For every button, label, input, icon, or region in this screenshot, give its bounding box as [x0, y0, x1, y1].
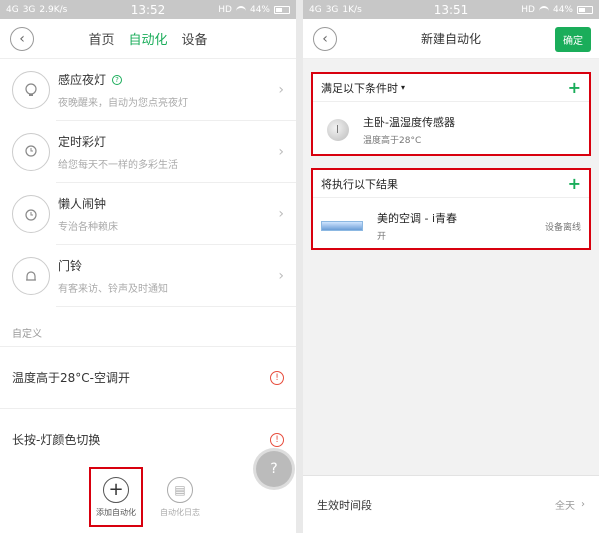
item-title: 懒人闹钟 [58, 197, 107, 211]
confirm-button[interactable]: 确定 [555, 27, 591, 52]
wifi-icon [538, 5, 549, 14]
timer-bulb-icon [12, 133, 50, 171]
battery-percent: 44% [249, 4, 270, 15]
automation-list-screen: 4G 3G 2.9K/s 13:52 HD 44% ‹ 首页 自动化 设备 感应… [0, 0, 296, 533]
network-speed: 2.9K/s [39, 4, 68, 15]
condition-header-label: 满足以下条件时 [321, 81, 398, 95]
item-title: 门铃 [58, 259, 83, 273]
status-bar: 4G 3G 1K/s 13:51 HD 44% [303, 0, 599, 19]
status-bar: 4G 3G 2.9K/s 13:52 HD 44% [0, 0, 296, 19]
automation-log-button[interactable]: ▤ 自动化日志 [153, 476, 207, 518]
add-result-button[interactable]: + [568, 174, 581, 193]
signal-3g: 3G [325, 4, 339, 15]
result-device-sub: 开 [377, 232, 387, 242]
device-offline-status: 设备离线 [544, 222, 581, 233]
hd-indicator: HD [218, 4, 232, 15]
signal-4g: 4G [6, 4, 19, 15]
condition-header: 满足以下条件时 ▾ + [313, 74, 589, 102]
bottom-action-bar: + 添加自动化 ▤ 自动化日志 [0, 461, 296, 533]
tab-home[interactable]: 首页 [88, 29, 114, 48]
list-item-alarm[interactable]: 懒人闹钟 专治各种赖床 › [0, 183, 296, 245]
item-desc: 给您每天不一样的多彩生活 [58, 160, 178, 171]
effective-time-row[interactable]: 生效时间段 全天 › [303, 475, 599, 533]
plus-icon: + [103, 476, 129, 503]
signal-4g: 4G [309, 4, 322, 15]
custom-item-title: 温度高于28°C-空调开 [12, 371, 130, 385]
wifi-icon [235, 5, 246, 14]
preset-automation-list: 感应夜灯? 夜晚醒来，自动为您点亮夜灯 › 定时彩灯 给您每天不一样的多彩生活 … [0, 59, 296, 307]
bulb-icon [12, 71, 50, 109]
battery-icon [274, 5, 290, 14]
tab-bar: 首页 自动化 设备 [0, 29, 296, 48]
top-nav: ‹ 新建自动化 确定 [303, 19, 599, 59]
condition-device-sub: 温度高于28°C [363, 136, 422, 146]
item-title: 定时彩灯 [58, 135, 107, 149]
chevron-right-icon: › [278, 206, 284, 222]
item-title: 感应夜灯 [58, 73, 107, 87]
chevron-right-icon: › [581, 499, 585, 510]
list-item-night-light[interactable]: 感应夜灯? 夜晚醒来，自动为您点亮夜灯 › [0, 59, 296, 121]
hd-indicator: HD [521, 4, 535, 15]
tab-automation[interactable]: 自动化 [128, 29, 167, 48]
battery-percent: 44% [552, 4, 573, 15]
alarm-clock-icon [12, 195, 50, 233]
condition-panel: 满足以下条件时 ▾ + 主卧-温湿度传感器 温度高于28°C [311, 72, 591, 156]
effective-time-label: 生效时间段 [317, 498, 372, 512]
result-device-name: 美的空调 - i青春 [377, 212, 458, 225]
item-desc: 有客来访、铃声及时通知 [58, 284, 168, 295]
signal-3g: 3G [22, 4, 36, 15]
chevron-right-icon: › [278, 82, 284, 98]
warning-icon: ! [270, 432, 284, 447]
condition-device-name: 主卧-温湿度传感器 [363, 116, 455, 129]
floating-help-button[interactable]: ? [256, 451, 292, 487]
custom-section-label: 自定义 [0, 307, 296, 347]
result-header: 将执行以下结果 + [313, 170, 589, 198]
result-header-label: 将执行以下结果 [321, 177, 398, 191]
list-item-timed-light[interactable]: 定时彩灯 给您每天不一样的多彩生活 › [0, 121, 296, 183]
condition-row[interactable]: 主卧-温湿度传感器 温度高于28°C [313, 102, 589, 158]
network-speed: 1K/s [342, 4, 362, 15]
item-desc: 夜晚醒来，自动为您点亮夜灯 [58, 98, 188, 109]
help-icon[interactable]: ? [112, 74, 123, 85]
caret-down-icon[interactable]: ▾ [401, 83, 405, 92]
item-desc: 专治各种赖床 [58, 222, 118, 233]
result-row[interactable]: 美的空调 - i青春 开 设备离线 [313, 198, 589, 254]
warning-icon: ! [270, 370, 284, 385]
screenshot-canvas: 4G 3G 2.9K/s 13:52 HD 44% ‹ 首页 自动化 设备 感应… [0, 0, 599, 533]
custom-item-title: 长按-灯颜色切换 [12, 433, 101, 447]
sensor-icon [327, 119, 349, 141]
battery-icon [577, 5, 593, 14]
result-panel: 将执行以下结果 + 美的空调 - i青春 开 设备离线 [311, 168, 591, 250]
add-automation-button[interactable]: + 添加自动化 [89, 467, 143, 527]
chevron-right-icon: › [278, 144, 284, 160]
top-nav: ‹ 首页 自动化 设备 [0, 19, 296, 59]
log-icon: ▤ [167, 476, 193, 503]
chevron-right-icon: › [278, 268, 284, 284]
add-automation-label: 添加自动化 [96, 507, 136, 517]
tab-devices[interactable]: 设备 [182, 29, 208, 48]
bell-icon [12, 257, 50, 295]
list-item-doorbell[interactable]: 门铃 有客来访、铃声及时通知 › [0, 245, 296, 307]
new-automation-screen: 4G 3G 1K/s 13:51 HD 44% ‹ 新建自动化 确定 满足以下条… [303, 0, 599, 533]
add-condition-button[interactable]: + [568, 78, 581, 97]
air-conditioner-icon [321, 221, 363, 231]
automation-log-label: 自动化日志 [160, 507, 200, 517]
custom-item-temp-ac[interactable]: 温度高于28°C-空调开 ! [0, 347, 296, 409]
effective-time-value: 全天 [555, 501, 575, 512]
